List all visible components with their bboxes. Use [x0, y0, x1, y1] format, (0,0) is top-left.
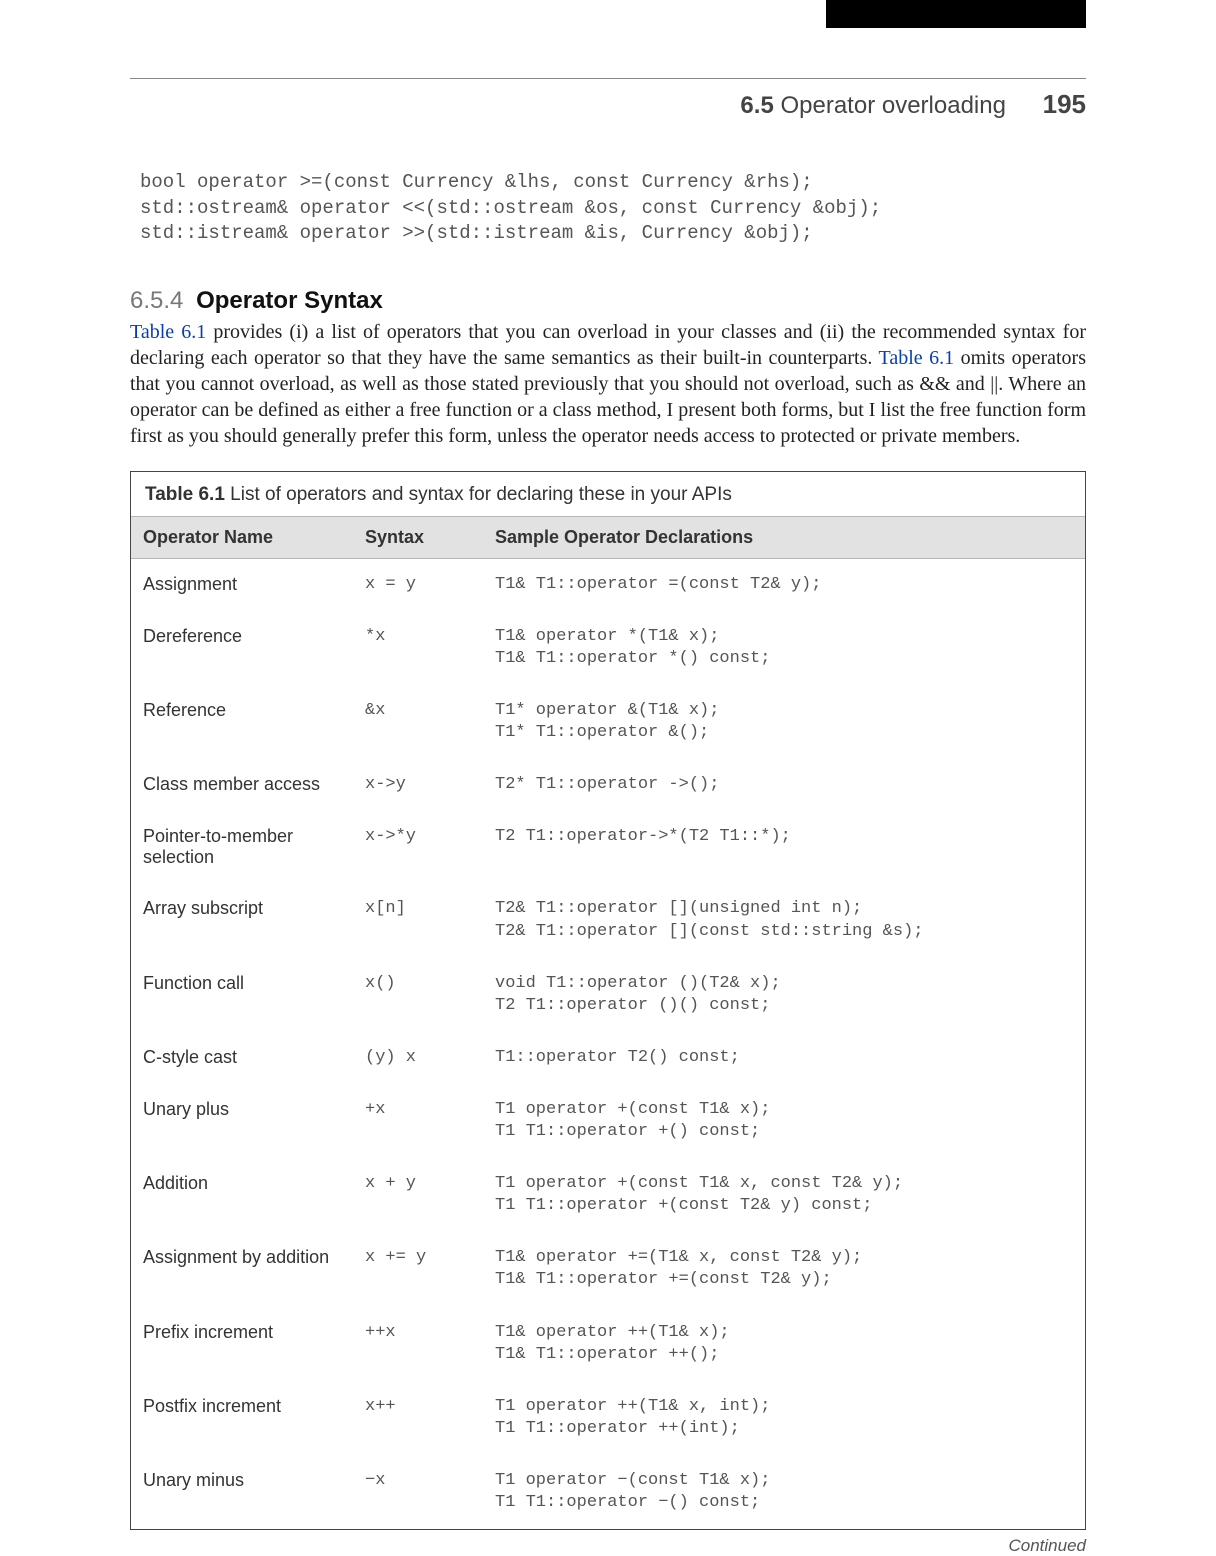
table-header-row: Operator Name Syntax Sample Operator Dec…	[131, 516, 1085, 559]
table-row: Additionx + yT1 operator +(const T1& x, …	[131, 1158, 1085, 1232]
td-syntax: x->y	[361, 766, 491, 804]
table-row: Prefix increment++xT1& operator ++(T1& x…	[131, 1307, 1085, 1381]
table-row: Dereference*xT1& operator *(T1& x); T1& …	[131, 611, 1085, 685]
th-declarations: Sample Operator Declarations	[491, 517, 1085, 558]
td-declaration: T1& operator +=(T1& x, const T2& y); T1&…	[491, 1239, 1085, 1299]
table-row: Unary plus+xT1 operator +(const T1& x); …	[131, 1084, 1085, 1158]
td-syntax: +x	[361, 1091, 491, 1129]
page: 6.5 Operator overloading 195 bool operat…	[0, 0, 1216, 1500]
td-syntax: x = y	[361, 566, 491, 604]
td-syntax: x + y	[361, 1165, 491, 1203]
table-row: Postfix incrementx++T1 operator ++(T1& x…	[131, 1381, 1085, 1455]
td-syntax: &x	[361, 692, 491, 730]
table-row: Reference&xT1* operator &(T1& x); T1* T1…	[131, 685, 1085, 759]
body-paragraph: Table 6.1 provides (i) a list of operato…	[130, 319, 1086, 449]
section-title: Operator overloading	[780, 92, 1005, 119]
td-declaration: T2 T1::operator->*(T2 T1::*);	[491, 818, 1085, 856]
td-declaration: T1& T1::operator =(const T2& y);	[491, 566, 1085, 604]
td-operator-name: Addition	[131, 1165, 361, 1202]
td-declaration: T1 operator ++(T1& x, int); T1 T1::opera…	[491, 1388, 1085, 1448]
td-syntax: x++	[361, 1388, 491, 1426]
td-syntax: x->*y	[361, 818, 491, 856]
td-operator-name: Postfix increment	[131, 1388, 361, 1425]
th-syntax: Syntax	[361, 517, 491, 558]
td-operator-name: Unary plus	[131, 1091, 361, 1128]
td-declaration: T2& T1::operator [](unsigned int n); T2&…	[491, 890, 1085, 950]
running-head: 6.5 Operator overloading 195	[130, 89, 1086, 120]
td-operator-name: Class member access	[131, 766, 361, 803]
td-syntax: x += y	[361, 1239, 491, 1277]
td-syntax: (y) x	[361, 1039, 491, 1077]
table-row: Array subscriptx[n]T2& T1::operator [](u…	[131, 883, 1085, 957]
td-declaration: T1& operator ++(T1& x); T1& T1::operator…	[491, 1314, 1085, 1374]
td-syntax: −x	[361, 1462, 491, 1500]
subsection-title: Operator Syntax	[196, 287, 383, 314]
chapter-tab	[826, 0, 1086, 28]
td-declaration: void T1::operator ()(T2& x); T2 T1::oper…	[491, 965, 1085, 1025]
table-row: Unary minus−xT1 operator −(const T1& x);…	[131, 1455, 1085, 1529]
td-operator-name: Prefix increment	[131, 1314, 361, 1351]
td-operator-name: Assignment by addition	[131, 1239, 361, 1276]
td-operator-name: Array subscript	[131, 890, 361, 927]
td-syntax: *x	[361, 618, 491, 656]
td-declaration: T1 operator +(const T1& x); T1 T1::opera…	[491, 1091, 1085, 1151]
table-row: Pointer-to-member selectionx->*yT2 T1::o…	[131, 811, 1085, 883]
td-syntax: x[n]	[361, 890, 491, 928]
td-operator-name: Unary minus	[131, 1462, 361, 1499]
top-rule	[130, 50, 1086, 79]
table-row: Assignmentx = yT1& T1::operator =(const …	[131, 559, 1085, 611]
td-operator-name: Assignment	[131, 566, 361, 603]
td-declaration: T1& operator *(T1& x); T1& T1::operator …	[491, 618, 1085, 678]
table-row: Function callx()void T1::operator ()(T2&…	[131, 958, 1085, 1032]
subsection-heading: 6.5.4 Operator Syntax	[130, 287, 1086, 315]
page-number: 195	[1043, 89, 1086, 119]
table-continued-label: Continued	[130, 1536, 1086, 1556]
table-body: Assignmentx = yT1& T1::operator =(const …	[131, 559, 1085, 1529]
table-row: Assignment by additionx += yT1& operator…	[131, 1232, 1085, 1306]
td-declaration: T2* T1::operator ->();	[491, 766, 1085, 804]
operator-table: Table 6.1 List of operators and syntax f…	[130, 471, 1086, 1530]
td-declaration: T1::operator T2() const;	[491, 1039, 1085, 1077]
td-syntax: ++x	[361, 1314, 491, 1352]
td-operator-name: Function call	[131, 965, 361, 1002]
code-sample-top: bool operator >=(const Currency &lhs, co…	[140, 170, 1086, 247]
table-link[interactable]: Table 6.1	[130, 321, 206, 343]
td-declaration: T1 operator −(const T1& x); T1 T1::opera…	[491, 1462, 1085, 1522]
table-row: C-style cast(y) xT1::operator T2() const…	[131, 1032, 1085, 1084]
td-declaration: T1 operator +(const T1& x, const T2& y);…	[491, 1165, 1085, 1225]
table-link[interactable]: Table 6.1	[879, 347, 955, 369]
subsection-number: 6.5.4	[130, 287, 183, 314]
th-operator-name: Operator Name	[131, 517, 361, 558]
td-operator-name: C-style cast	[131, 1039, 361, 1076]
td-operator-name: Pointer-to-member selection	[131, 818, 361, 876]
td-syntax: x()	[361, 965, 491, 1003]
table-caption: Table 6.1 List of operators and syntax f…	[131, 472, 1085, 516]
td-declaration: T1* operator &(T1& x); T1* T1::operator …	[491, 692, 1085, 752]
td-operator-name: Dereference	[131, 618, 361, 655]
section-number: 6.5	[740, 92, 773, 119]
table-row: Class member accessx->yT2* T1::operator …	[131, 759, 1085, 811]
td-operator-name: Reference	[131, 692, 361, 729]
table-caption-text: List of operators and syntax for declari…	[225, 484, 732, 505]
table-caption-label: Table 6.1	[145, 484, 225, 505]
